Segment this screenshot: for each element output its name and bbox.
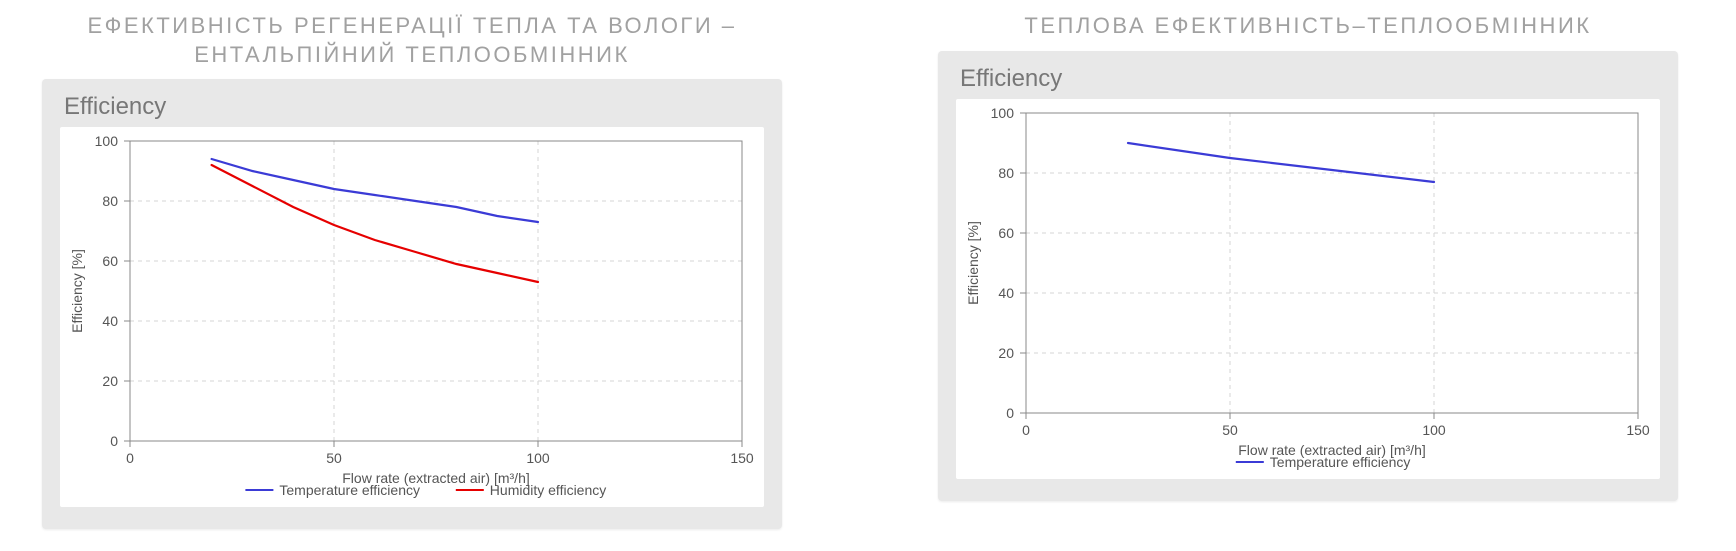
svg-text:100: 100: [95, 133, 119, 149]
page: ЕФЕКТИВНІСТЬ РЕГЕНЕРАЦІЇ ТЕПЛА ТА ВОЛОГИ…: [0, 0, 1736, 551]
svg-text:0: 0: [110, 433, 118, 449]
y-axis-label: Efficiency [%]: [69, 249, 85, 333]
svg-text:100: 100: [1422, 422, 1446, 438]
legend-label: Humidity efficiency: [490, 482, 606, 498]
svg-text:50: 50: [1222, 422, 1238, 438]
svg-text:50: 50: [326, 450, 342, 466]
series-line: [1128, 143, 1434, 182]
y-axis-label: Efficiency [%]: [965, 221, 981, 305]
svg-text:0: 0: [126, 450, 134, 466]
chart-card-right: Efficiency 050100150020406080100Flow rat…: [938, 51, 1678, 501]
svg-text:20: 20: [998, 345, 1014, 361]
svg-text:80: 80: [998, 165, 1014, 181]
svg-text:60: 60: [998, 225, 1014, 241]
panel-enthalpy: ЕФЕКТИВНІСТЬ РЕГЕНЕРАЦІЇ ТЕПЛА ТА ВОЛОГИ…: [42, 0, 782, 531]
svg-text:80: 80: [102, 193, 118, 209]
svg-text:20: 20: [102, 373, 118, 389]
legend-label: Temperature efficiency: [279, 482, 420, 498]
svg-text:40: 40: [102, 313, 118, 329]
svg-text:0: 0: [1022, 422, 1030, 438]
chart-svg-left: 050100150020406080100Flow rate (extracte…: [60, 127, 764, 507]
svg-text:60: 60: [102, 253, 118, 269]
svg-text:0: 0: [1006, 405, 1014, 421]
svg-text:100: 100: [526, 450, 550, 466]
svg-text:40: 40: [998, 285, 1014, 301]
svg-text:100: 100: [991, 105, 1015, 121]
svg-text:150: 150: [730, 450, 754, 466]
series-line: [212, 165, 538, 282]
card-title-right: Efficiency: [938, 51, 1678, 99]
svg-text:150: 150: [1626, 422, 1650, 438]
chart-card-left: Efficiency 050100150020406080100Flow rat…: [42, 79, 782, 529]
heading-right: ТЕПЛОВА ЕФЕКТИВНІСТЬ–ТЕПЛООБМІННИК: [1024, 12, 1591, 41]
chart-svg-right: 050100150020406080100Flow rate (extracte…: [956, 99, 1660, 479]
panel-heat: ТЕПЛОВА ЕФЕКТИВНІСТЬ–ТЕПЛООБМІННИК Effic…: [938, 0, 1678, 531]
heading-left: ЕФЕКТИВНІСТЬ РЕГЕНЕРАЦІЇ ТЕПЛА ТА ВОЛОГИ…: [87, 12, 736, 69]
legend-label: Temperature efficiency: [1270, 454, 1411, 470]
card-title-left: Efficiency: [42, 79, 782, 127]
plot-area-right: 050100150020406080100Flow rate (extracte…: [956, 99, 1660, 479]
plot-area-left: 050100150020406080100Flow rate (extracte…: [60, 127, 764, 507]
